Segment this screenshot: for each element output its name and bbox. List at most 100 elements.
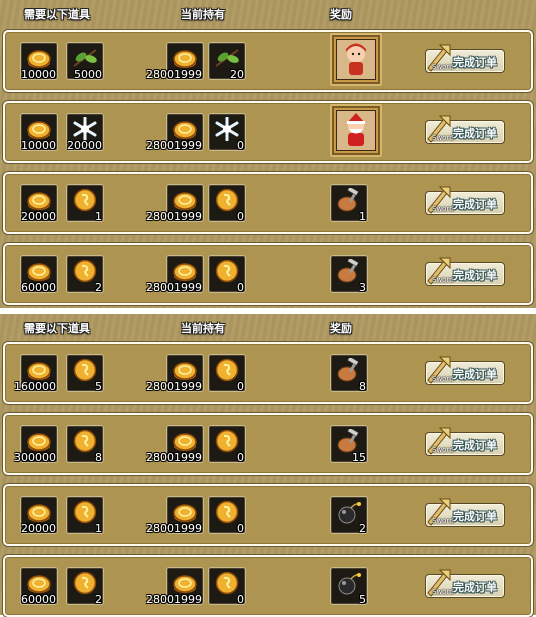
held-count: 0 [237,281,244,294]
required-count: 1 [95,522,102,535]
required-count: 60000 [21,593,56,606]
header-current-held: 当前持有 [181,322,225,335]
complete-order-button[interactable]: Sword 完成订单 [425,115,505,144]
held-count: 0 [237,451,244,464]
required-item-slot[interactable]: 20000 [20,496,58,535]
reward-count: 5 [359,593,366,606]
button-sub-label: Sword [432,588,454,596]
required-item-slot[interactable]: 1 [66,496,104,535]
required-item-slot[interactable]: 2 [66,255,104,294]
held-item-slot[interactable]: 0 [208,184,246,223]
order-row: 60000 2 28001999 0 3 Sword 完成订单 [3,243,533,305]
reward-item-slot[interactable]: 8 [330,354,368,393]
held-item-slot[interactable]: 0 [208,496,246,535]
complete-order-label: 完成订单 [453,269,497,282]
reward-item-slot[interactable]: 1 [330,184,368,223]
reward-item-slot[interactable] [330,104,382,157]
reward-count: 2 [359,522,366,535]
header-required-items: 需要以下道具 [24,322,90,335]
held-item-slot[interactable]: 28001999 [146,567,204,606]
complete-order-button[interactable]: Sword 完成订单 [425,427,505,456]
order-row: 300000 8 28001999 0 15 Sword 完成订单 [3,413,533,475]
held-count: 20 [230,68,244,81]
required-count: 1 [95,210,102,223]
button-sub-label: Sword [432,517,454,525]
reward-count: 8 [359,380,366,393]
reward-item-slot[interactable]: 15 [330,425,368,464]
held-count: 0 [237,139,244,152]
complete-order-label: 完成订单 [453,56,497,69]
header-reward: 奖励 [330,322,352,335]
held-item-slot[interactable]: 28001999 [146,496,204,535]
required-count: 20000 [21,210,56,223]
held-count: 28001999 [146,210,202,223]
held-count: 0 [237,380,244,393]
reward-item-slot[interactable]: 3 [330,255,368,294]
order-row: 20000 1 28001999 0 1 Sword 完成订单 [3,172,533,234]
required-item-slot[interactable]: 5000 [66,42,104,81]
order-row: 60000 2 28001999 0 5 Sword 完成订单 [3,555,533,617]
held-item-slot[interactable]: 0 [208,255,246,294]
required-item-slot[interactable]: 20000 [20,184,58,223]
required-count: 10000 [21,68,56,81]
order-panel-1: 需要以下道具 当前持有 奖励 10000 5000 28001999 20 Sword 完… [0,0,536,308]
reward-count: 1 [359,210,366,223]
required-count: 300000 [14,451,56,464]
required-count: 8 [95,451,102,464]
required-item-slot[interactable]: 1 [66,184,104,223]
held-item-slot[interactable]: 28001999 [146,425,204,464]
held-count: 28001999 [146,281,202,294]
held-item-slot[interactable]: 0 [208,425,246,464]
held-count: 0 [237,522,244,535]
complete-order-button[interactable]: Sword 完成订单 [425,257,505,286]
complete-order-button[interactable]: Sword 完成订单 [425,569,505,598]
required-item-slot[interactable]: 60000 [20,567,58,606]
required-count: 2 [95,593,102,606]
complete-order-button[interactable]: Sword 完成订单 [425,44,505,73]
required-count: 5 [95,380,102,393]
required-item-slot[interactable]: 8 [66,425,104,464]
complete-order-label: 完成订单 [453,439,497,452]
held-count: 28001999 [146,139,202,152]
held-item-slot[interactable]: 0 [208,113,246,152]
required-item-slot[interactable]: 5 [66,354,104,393]
reward-item-slot[interactable]: 2 [330,496,368,535]
held-item-slot[interactable]: 28001999 [146,255,204,294]
complete-order-button[interactable]: Sword 完成订单 [425,356,505,385]
reward-item-slot[interactable]: 5 [330,567,368,606]
required-item-slot[interactable]: 20000 [66,113,104,152]
button-sub-label: Sword [432,63,454,71]
complete-order-label: 完成订单 [453,127,497,140]
held-item-slot[interactable]: 0 [208,354,246,393]
held-item-slot[interactable]: 28001999 [146,184,204,223]
required-item-slot[interactable]: 10000 [20,113,58,152]
required-count: 20000 [67,139,102,152]
reward-count: 3 [359,281,366,294]
held-count: 0 [237,210,244,223]
required-count: 160000 [14,380,56,393]
order-row: 20000 1 28001999 0 2 Sword 完成订单 [3,484,533,546]
required-item-slot[interactable]: 300000 [14,425,58,464]
required-item-slot[interactable]: 2 [66,567,104,606]
header-required-items: 需要以下道具 [24,8,90,21]
button-sub-label: Sword [432,276,454,284]
required-item-slot[interactable]: 10000 [20,42,58,81]
reward-item-slot[interactable] [330,33,382,86]
held-count: 28001999 [146,522,202,535]
required-count: 5000 [74,68,102,81]
held-item-slot[interactable]: 28001999 [146,113,204,152]
held-item-slot[interactable]: 28001999 [146,42,204,81]
order-row: 160000 5 28001999 0 8 Sword 完成订单 [3,342,533,404]
required-item-slot[interactable]: 160000 [14,354,58,393]
required-item-slot[interactable]: 60000 [20,255,58,294]
required-count: 10000 [21,139,56,152]
complete-order-button[interactable]: Sword 完成订单 [425,186,505,215]
order-row: 10000 20000 28001999 0 Sword 完成订单 [3,101,533,163]
order-panel-2: 需要以下道具 当前持有 奖励 160000 5 28001999 0 8 Sword 完成订… [0,314,536,617]
complete-order-button[interactable]: Sword 完成订单 [425,498,505,527]
held-item-slot[interactable]: 28001999 [146,354,204,393]
held-item-slot[interactable]: 20 [208,42,246,81]
complete-order-label: 完成订单 [453,510,497,523]
required-count: 20000 [21,522,56,535]
held-item-slot[interactable]: 0 [208,567,246,606]
